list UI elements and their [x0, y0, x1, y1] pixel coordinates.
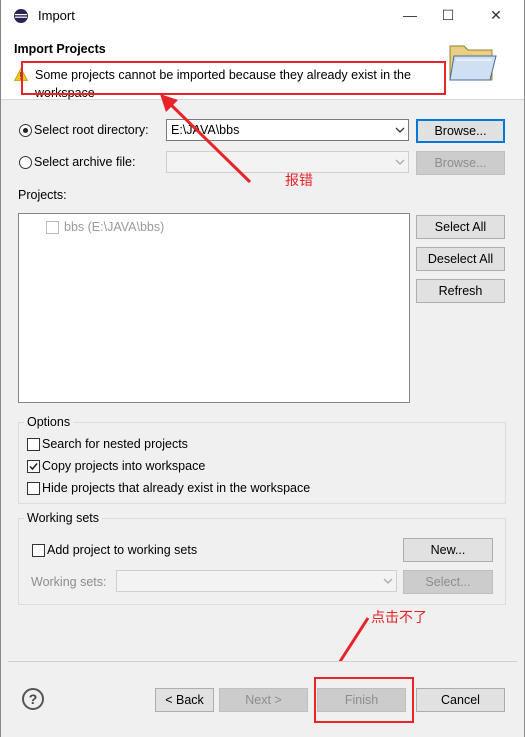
projects-list[interactable]: bbs (E:\JAVA\bbs)	[18, 213, 410, 403]
close-button[interactable]: ✕	[473, 0, 519, 30]
root-directory-radio[interactable]	[19, 124, 32, 137]
hide-existing-label: Hide projects that already exist in the …	[42, 481, 311, 495]
new-working-set-button[interactable]: New...	[403, 538, 493, 562]
title-bar: Import — ☐ ✕	[1, 0, 524, 32]
checkmark-icon	[29, 463, 38, 471]
working-sets-title: Working sets	[24, 511, 103, 525]
deselect-all-button[interactable]: Deselect All	[416, 247, 505, 271]
root-browse-button[interactable]: Browse...	[416, 119, 505, 143]
finish-highlight-box	[314, 677, 414, 723]
annotation-arrow-icon	[160, 94, 252, 184]
help-button[interactable]: ?	[22, 688, 44, 710]
page-title: Import Projects	[14, 42, 106, 56]
working-sets-combo[interactable]	[116, 570, 397, 592]
import-folder-icon	[449, 45, 497, 81]
hide-existing-checkbox[interactable]	[27, 482, 40, 495]
archive-browse-button[interactable]: Browse...	[416, 151, 505, 175]
refresh-button[interactable]: Refresh	[416, 279, 505, 303]
working-sets-label: Working sets:	[31, 575, 107, 589]
copy-into-workspace-checkbox[interactable]	[27, 460, 40, 473]
next-button[interactable]: Next >	[219, 688, 308, 712]
root-directory-label: Select root directory:	[34, 123, 149, 137]
chevron-down-icon	[383, 578, 393, 584]
eclipse-icon	[14, 9, 28, 23]
chevron-down-icon	[395, 159, 405, 165]
error-annotation: 报错	[285, 172, 313, 188]
window-title: Import	[38, 8, 75, 23]
chevron-down-icon	[395, 127, 405, 133]
search-nested-checkbox[interactable]	[27, 438, 40, 451]
cancel-button[interactable]: Cancel	[416, 688, 505, 712]
finish-annotation: 点击不了	[371, 609, 427, 625]
archive-file-radio[interactable]	[19, 156, 32, 169]
archive-file-label: Select archive file:	[34, 155, 136, 169]
project-label: bbs (E:\JAVA\bbs)	[64, 220, 165, 234]
select-working-sets-button[interactable]: Select...	[403, 570, 493, 594]
copy-into-workspace-label: Copy projects into workspace	[42, 459, 206, 473]
projects-label: Projects:	[18, 188, 67, 202]
back-button[interactable]: < Back	[155, 688, 214, 712]
add-to-working-sets-checkbox[interactable]	[32, 544, 45, 557]
search-nested-label: Search for nested projects	[42, 437, 188, 451]
add-to-working-sets-label: Add project to working sets	[47, 543, 198, 557]
maximize-button[interactable]: ☐	[425, 0, 471, 30]
select-all-button[interactable]: Select All	[416, 215, 505, 239]
project-checkbox[interactable]	[46, 221, 59, 234]
options-title: Options	[24, 415, 74, 429]
